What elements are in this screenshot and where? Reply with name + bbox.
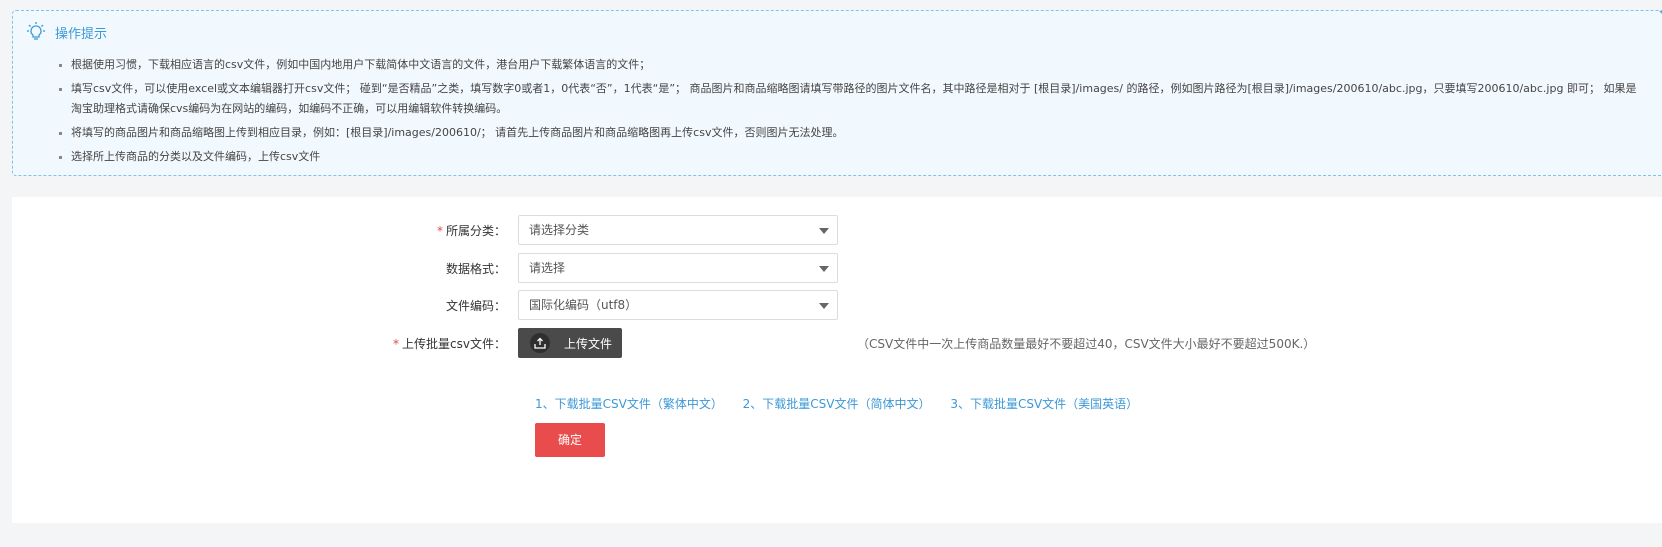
tips-list: 根据使用习惯，下载相应语言的csv文件，例如中国内地用户下载简体中文语言的文件，… (59, 55, 1643, 171)
import-form-panel: * 所属分类： 请选择分类 数据格式： 请选择 文件编码： 国际化编码（utf8）… (12, 197, 1662, 523)
category-label: * 所属分类： (436, 223, 506, 238)
encoding-row: 文件编码： 国际化编码（utf8） (12, 290, 838, 320)
caret-down-icon (819, 303, 829, 309)
lightbulb-icon (27, 22, 45, 42)
upload-file-button[interactable]: 上传文件 (518, 328, 622, 358)
tip-item: 根据使用习惯，下载相应语言的csv文件，例如中国内地用户下载简体中文语言的文件，… (59, 55, 1643, 75)
required-mark: * (436, 223, 443, 238)
format-row: 数据格式： 请选择 (12, 253, 838, 283)
caret-down-icon (819, 228, 829, 234)
upload-row: * 上传批量csv文件： 上传文件 （CSV文件中一次上传商品数量最好不要超过40… (12, 328, 1662, 358)
tip-item: 选择所上传商品的分类以及文件编码，上传csv文件 (59, 147, 1643, 167)
download-csv-traditional-link[interactable]: 1、下载批量CSV文件（繁体中文） (535, 397, 723, 411)
category-row: * 所属分类： 请选择分类 (12, 215, 838, 245)
encoding-select[interactable]: 国际化编码（utf8） (518, 290, 838, 320)
encoding-label: 文件编码： (445, 298, 506, 313)
required-mark: * (393, 336, 400, 351)
download-csv-simplified-link[interactable]: 2、下载批量CSV文件（简体中文） (743, 397, 931, 411)
download-csv-english-link[interactable]: 3、下载批量CSV文件（美国英语） (950, 397, 1138, 411)
tip-item: 将填写的商品图片和商品缩略图上传到相应目录，例如：[根目录]/images/20… (59, 123, 1643, 143)
tip-item: 填写csv文件，可以使用excel或文本编辑器打开csv文件； 碰到“是否精品”… (59, 79, 1643, 119)
upload-label: * 上传批量csv文件： (393, 336, 506, 351)
tips-title: 操作提示 (55, 26, 108, 42)
tips-header: 操作提示 (27, 21, 107, 43)
download-links: 1、下载批量CSV文件（繁体中文） 2、下载批量CSV文件（简体中文） 3、下载… (535, 395, 1154, 412)
format-select[interactable]: 请选择 (518, 253, 838, 283)
submit-button[interactable]: 确定 (535, 423, 605, 457)
operation-tips-box: 操作提示 根据使用习惯，下载相应语言的csv文件，例如中国内地用户下载简体中文语… (12, 10, 1662, 176)
format-label: 数据格式： (445, 261, 506, 276)
category-select[interactable]: 请选择分类 (518, 215, 838, 245)
upload-icon (530, 333, 550, 353)
caret-down-icon (819, 266, 829, 272)
upload-limit-note: （CSV文件中一次上传商品数量最好不要超过40，CSV文件大小最好不要超过500… (857, 336, 1316, 351)
